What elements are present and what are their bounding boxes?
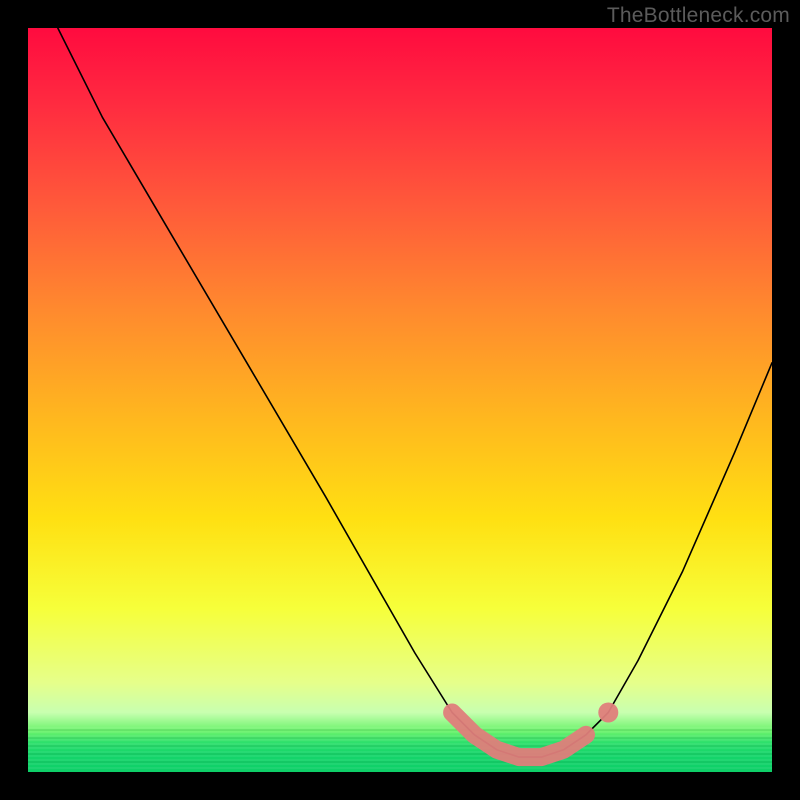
plot-area bbox=[28, 28, 772, 772]
chart-root: TheBottleneck.com bbox=[0, 0, 800, 800]
curve-layer bbox=[28, 28, 772, 772]
highlight-marker-dot bbox=[598, 703, 618, 723]
bottleneck-curve bbox=[58, 28, 772, 757]
highlight-marker bbox=[452, 713, 586, 758]
watermark-text: TheBottleneck.com bbox=[607, 4, 790, 28]
